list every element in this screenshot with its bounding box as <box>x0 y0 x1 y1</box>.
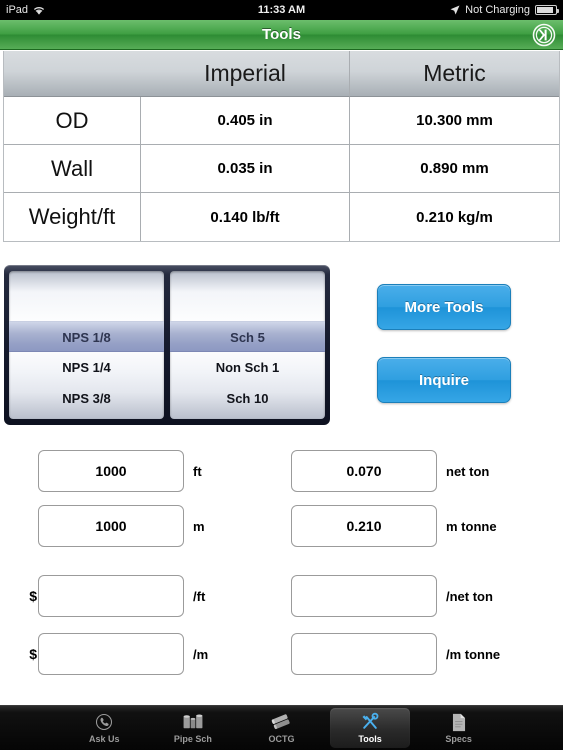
price-per-m-tonne-row: /m tonne <box>272 633 500 675</box>
table-header-imperial: Imperial <box>141 51 350 97</box>
size-picker[interactable]: NPS 1/8 NPS 1/4 NPS 3/8 Sch 5 Non Sch 1 … <box>4 265 330 425</box>
tools-icon <box>360 712 380 732</box>
length-m-input[interactable] <box>38 505 184 547</box>
status-bar: iPad 11:33 AM Not Charging <box>0 0 563 20</box>
price-per-m-tonne-input[interactable] <box>291 633 437 675</box>
tab-tools[interactable]: Tools <box>329 708 411 748</box>
tab-label-specs: Specs <box>445 734 472 744</box>
picker-item-sch-selected[interactable]: Sch 5 <box>170 321 325 352</box>
tab-bar: Ask Us Pipe Sch OCTG Tools Specs <box>0 705 563 750</box>
charging-status: Not Charging <box>465 4 530 16</box>
tab-label-pipe-sch: Pipe Sch <box>173 734 212 744</box>
weight-m-tonne-unit: m tonne <box>446 518 497 534</box>
picker-item-nps-2[interactable]: NPS 3/8 <box>9 383 164 414</box>
price-per-m-input[interactable] <box>38 633 184 675</box>
status-bar-right: Not Charging <box>450 4 559 16</box>
price-per-ft-prefix: $ <box>29 588 37 604</box>
price-per-net-ton-row: /net ton <box>272 575 493 617</box>
table-cell-od-imperial: 0.405 in <box>141 97 350 145</box>
document-icon <box>451 712 467 732</box>
table-cell-weight-metric: 0.210 kg/m <box>416 208 493 226</box>
table-cell-weight-imperial: 0.140 lb/ft <box>141 193 350 241</box>
phone-icon <box>95 712 113 732</box>
length-m-row: m <box>19 505 205 547</box>
price-per-m-prefix: $ <box>29 646 37 662</box>
picker-wheels: NPS 1/8 NPS 1/4 NPS 3/8 Sch 5 Non Sch 1 … <box>9 271 325 419</box>
table-cell-od-metric: 10.300 mm <box>350 97 559 145</box>
circle-k-logo-icon[interactable] <box>532 23 556 47</box>
picker-item-nps-1[interactable]: NPS 1/4 <box>9 352 164 383</box>
more-tools-button[interactable]: More Tools <box>377 284 511 330</box>
price-per-net-ton-input[interactable] <box>291 575 437 617</box>
tab-pipe-sch[interactable]: Pipe Sch <box>153 708 234 748</box>
tab-specs[interactable]: Specs <box>418 708 499 748</box>
weight-net-ton-unit: net ton <box>446 463 490 479</box>
picker-item-sch-1[interactable]: Non Sch 1 <box>170 352 325 383</box>
picker-wheel-nps[interactable]: NPS 1/8 NPS 1/4 NPS 3/8 <box>9 271 164 419</box>
page-title: Tools <box>262 26 301 43</box>
table-header-metric: Metric <box>350 51 559 97</box>
price-per-m-unit: /m <box>193 646 209 662</box>
table-cell-wall-imperial: 0.035 in <box>141 145 350 193</box>
spec-table: Imperial Metric OD 0.405 in 10.300 mm Wa… <box>3 51 560 242</box>
price-per-m-tonne-unit: /m tonne <box>446 646 501 662</box>
price-per-net-ton-unit: /net ton <box>446 588 493 604</box>
weight-m-tonne-input[interactable] <box>291 505 437 547</box>
price-per-m-row: $ /m <box>19 633 208 675</box>
length-ft-row: ft <box>19 450 202 492</box>
tab-octg[interactable]: OCTG <box>241 708 322 748</box>
tab-label-octg: OCTG <box>268 734 295 744</box>
nav-bar: Tools <box>0 20 563 50</box>
pipes-icon <box>182 712 204 732</box>
picker-wheel-sch[interactable]: Sch 5 Non Sch 1 Sch 10 <box>170 271 325 419</box>
table-row-label-od: OD <box>4 97 141 145</box>
picker-item-nps-selected[interactable]: NPS 1/8 <box>9 321 164 352</box>
weight-net-ton-row: net ton <box>272 450 489 492</box>
length-m-unit: m <box>193 518 205 534</box>
location-arrow-icon <box>450 5 460 15</box>
inquire-button[interactable]: Inquire <box>377 357 511 403</box>
weight-m-tonne-row: m tonne <box>272 505 497 547</box>
weight-net-ton-input[interactable] <box>291 450 437 492</box>
table-row-label-weight: Weight/ft <box>4 193 141 241</box>
tab-label-tools: Tools <box>358 734 382 744</box>
price-per-ft-input[interactable] <box>38 575 184 617</box>
tab-label-ask-us: Ask Us <box>89 734 120 744</box>
picker-item-sch-2[interactable]: Sch 10 <box>170 383 325 414</box>
pipe-stack-icon <box>270 712 292 732</box>
table-cell-wall-metric: 0.890 mm <box>350 145 559 193</box>
price-per-ft-unit: /ft <box>193 588 206 604</box>
battery-icon <box>535 5 559 15</box>
table-header-blank <box>4 51 141 97</box>
price-per-ft-row: $ /ft <box>19 575 205 617</box>
tab-ask-us[interactable]: Ask Us <box>64 708 145 748</box>
length-ft-unit: ft <box>193 463 202 479</box>
length-ft-input[interactable] <box>38 450 184 492</box>
table-row-label-wall: Wall <box>4 145 141 193</box>
